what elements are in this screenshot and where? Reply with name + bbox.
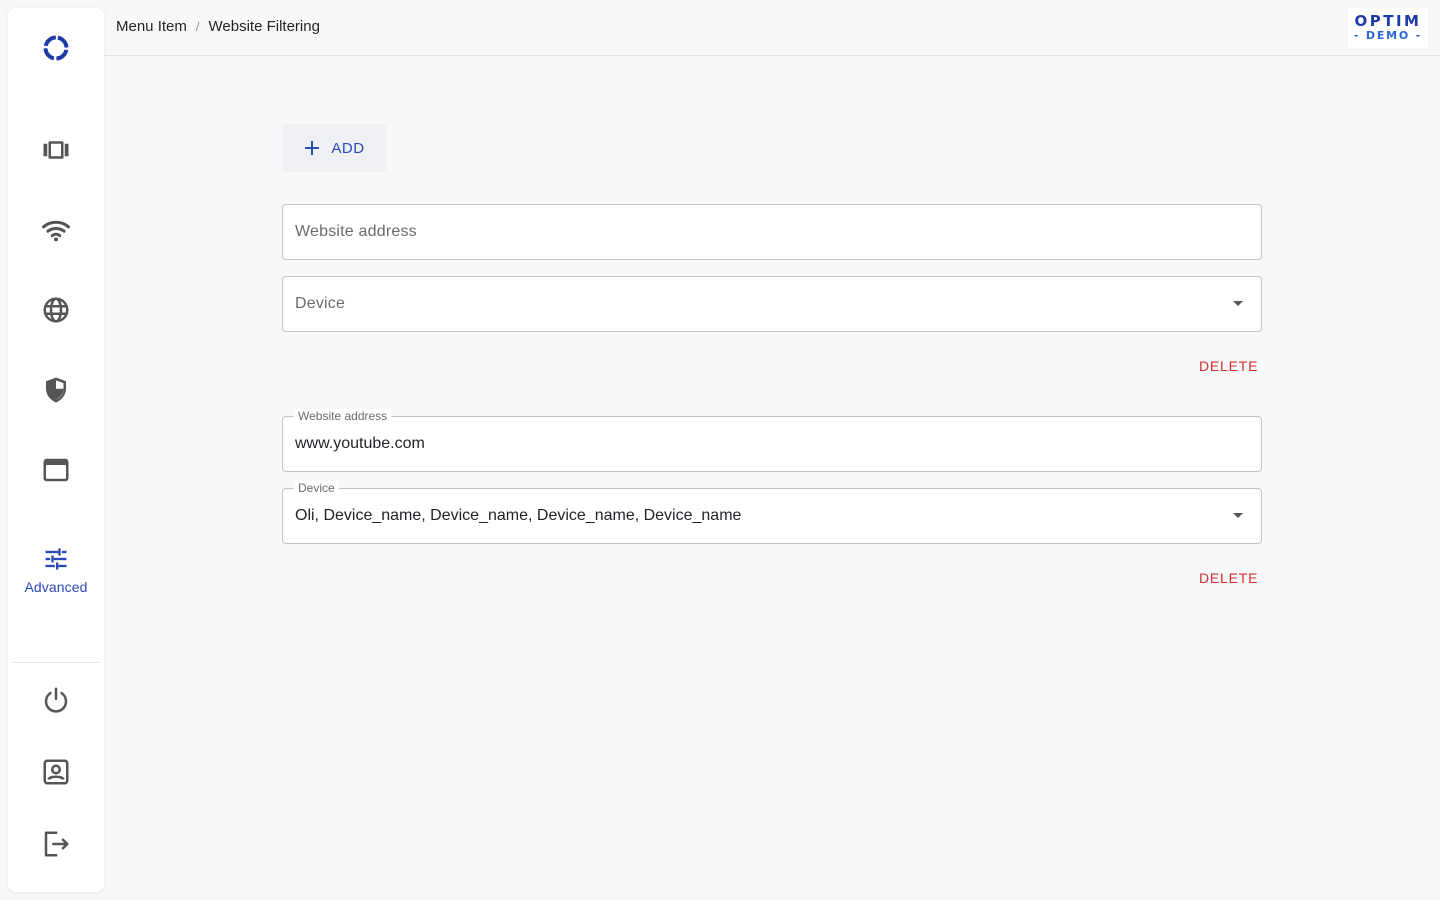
- brand-logo: OPTIM - DEMO -: [1348, 8, 1428, 48]
- device-label: Device: [294, 481, 339, 495]
- chevron-down-icon[interactable]: [1233, 513, 1243, 518]
- sidebar-item-window[interactable]: [8, 446, 104, 494]
- sidebar: Advanced: [8, 8, 104, 892]
- add-button[interactable]: ADD: [282, 124, 386, 172]
- breadcrumb-item-menu[interactable]: Menu Item: [116, 18, 187, 35]
- device-select[interactable]: Device: [282, 276, 1262, 332]
- sidebar-item-wifi[interactable]: [8, 206, 104, 254]
- add-button-label: ADD: [331, 139, 365, 157]
- devices-icon: [43, 141, 69, 159]
- shield-icon: [46, 377, 66, 403]
- brand-demo-tag: - DEMO -: [1353, 29, 1423, 42]
- sidebar-item-logout[interactable]: [8, 820, 104, 868]
- tune-icon: [45, 548, 67, 570]
- breadcrumb-item-current: Website Filtering: [208, 18, 320, 35]
- delete-button[interactable]: DELETE: [1199, 570, 1258, 586]
- website-address-value: www.youtube.com: [295, 435, 425, 452]
- chevron-down-icon[interactable]: [1233, 301, 1243, 306]
- power-icon: [44, 687, 68, 713]
- sidebar-item-power[interactable]: [8, 676, 104, 724]
- brand-name: OPTIM: [1354, 12, 1422, 30]
- globe-icon: [43, 297, 69, 323]
- sidebar-item-devices[interactable]: [8, 126, 104, 174]
- device-placeholder: Device: [295, 295, 346, 312]
- breadcrumb-separator: /: [195, 19, 200, 34]
- sidebar-item-account[interactable]: [8, 748, 104, 796]
- optim-logo-icon[interactable]: [40, 32, 72, 64]
- sidebar-item-security[interactable]: [8, 366, 104, 414]
- logout-icon: [44, 831, 69, 857]
- sidebar-item-label: Advanced: [24, 579, 88, 595]
- account-icon: [43, 759, 69, 785]
- wifi-icon: [42, 220, 70, 242]
- delete-button[interactable]: DELETE: [1199, 358, 1258, 374]
- plus-icon: [305, 141, 320, 155]
- window-icon: [43, 458, 69, 482]
- website-address-input[interactable]: Website address: [282, 204, 1262, 260]
- sidebar-item-advanced[interactable]: Advanced: [8, 538, 104, 602]
- sidebar-item-internet[interactable]: [8, 286, 104, 334]
- breadcrumb: Menu Item / Website Filtering: [116, 18, 320, 35]
- website-address-placeholder: Website address: [295, 223, 417, 240]
- device-value: Oli, Device_name, Device_name, Device_na…: [295, 507, 742, 524]
- sidebar-divider: [12, 662, 100, 663]
- top-header: Menu Item / Website Filtering OPTIM - DE…: [104, 0, 1440, 56]
- website-address-input[interactable]: Website address www.youtube.com: [282, 409, 1262, 472]
- device-select[interactable]: Device Oli, Device_name, Device_name, De…: [282, 481, 1262, 544]
- website-address-label: Website address: [294, 409, 392, 423]
